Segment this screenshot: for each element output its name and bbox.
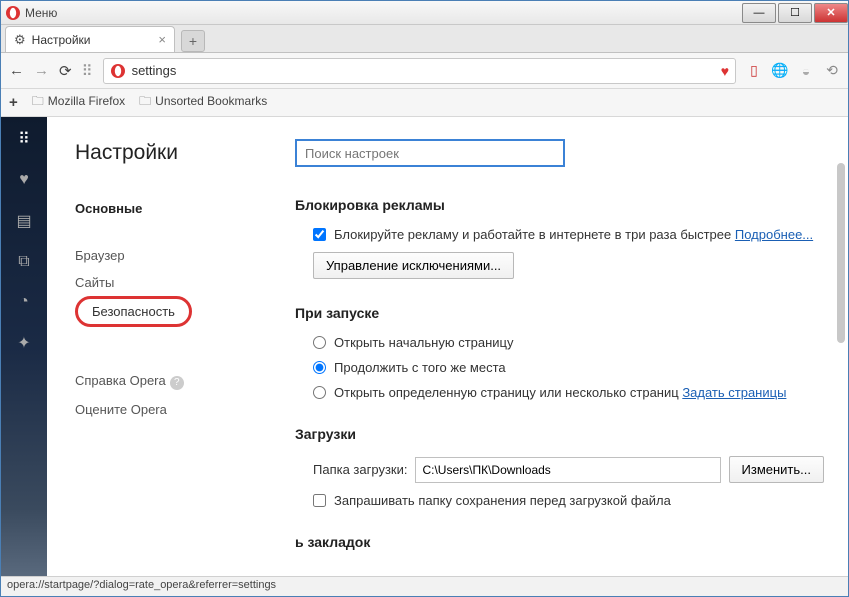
opera-logo-icon [5,5,21,21]
startup-radio-specific-pages[interactable] [313,386,326,399]
reload-button[interactable]: ⟳ [59,62,72,80]
opera-urlbar-icon [110,63,126,79]
adblock-exceptions-button[interactable]: Управление исключениями... [313,252,514,279]
rail-news-icon[interactable]: ▤ [16,211,31,231]
help-icon: ? [170,376,184,390]
tab-settings[interactable]: ⚙ Настройки × [5,26,175,52]
ext-icon-globe[interactable]: 🌐 [772,63,788,79]
url-input[interactable] [132,63,715,78]
section-startup: При запуске Открыть начальную страницу П… [295,305,824,400]
rail-history-icon[interactable]: ◔ [19,293,29,311]
tab-strip: ⚙ Настройки × + [1,25,848,53]
sidebar-item-sites[interactable]: Сайты [75,269,277,296]
maximize-button[interactable]: ☐ [778,3,812,23]
set-pages-link[interactable]: Задать страницы [682,385,786,400]
startup-radio-start-page[interactable] [313,336,326,349]
minimize-button[interactable]: — [742,3,776,23]
settings-sidebar: Настройки Основные Браузер Сайты Безопас… [47,117,277,578]
rail-extensions-icon[interactable]: ✦ [17,333,30,353]
nav-toolbar: ← → ⟳ ⠿ ♥ ▯ 🌐 ◒ ⟲ [1,53,848,89]
sidebar-item-rate[interactable]: Оцените Opera [75,396,277,423]
section-adblock: Блокировка рекламы Блокируйте рекламу и … [295,197,824,279]
menu-button[interactable]: Меню [25,6,57,20]
left-rail: ⠿ ♥ ▤ ⧉ ◔ ✦ [1,117,47,578]
section-startup-title: При запуске [295,305,824,321]
new-tab-button[interactable]: + [181,30,205,52]
section-bookmarks-title: ь закладок [295,534,824,550]
sidebar-item-help[interactable]: Справка Opera? [75,367,277,396]
adblock-learn-more-link[interactable]: Подробнее... [735,227,813,242]
adblock-checkbox-label: Блокируйте рекламу и работайте в интерне… [334,227,731,242]
rail-speed-dial-icon[interactable]: ⠿ [18,129,30,149]
section-bookmarks-panel: ь закладок [295,534,824,550]
startup-radio-continue[interactable] [313,361,326,374]
settings-panel: Настройки Основные Браузер Сайты Безопас… [47,117,848,578]
close-button[interactable]: ✕ [814,3,848,23]
adblock-checkbox[interactable] [313,228,326,241]
status-text: opera://startpage/?dialog=rate_opera&ref… [7,579,276,591]
ext-icon-1[interactable]: ▯ [746,63,762,79]
download-folder-input[interactable] [415,457,720,483]
settings-main: Блокировка рекламы Блокируйте рекламу и … [277,117,848,578]
download-change-button[interactable]: Изменить... [729,456,824,483]
download-ask-checkbox[interactable] [313,494,326,507]
folder-icon: 🗀 [139,94,151,108]
tab-title: Настройки [32,33,91,47]
download-folder-label: Папка загрузки: [313,462,407,477]
bookmark-folder-1[interactable]: 🗀Mozilla Firefox [32,92,125,113]
forward-button[interactable]: → [34,62,49,79]
settings-search-input[interactable] [295,139,565,167]
add-bookmark-button[interactable]: + [9,94,18,111]
rail-tabs-icon[interactable]: ⧉ [18,253,29,271]
section-downloads-title: Загрузки [295,426,824,442]
page-title: Настройки [75,141,277,165]
status-bar: opera://startpage/?dialog=rate_opera&ref… [1,576,848,596]
ext-icon-shield[interactable]: ◒ [798,63,814,79]
ext-icon-sync[interactable]: ⟲ [824,63,840,79]
bookmark-folder-2[interactable]: 🗀Unsorted Bookmarks [139,92,267,113]
window-titlebar: Меню — ☐ ✕ [1,1,848,25]
bookmarks-bar: + 🗀Mozilla Firefox 🗀Unsorted Bookmarks [1,89,848,117]
adblock-checkbox-row: Блокируйте рекламу и работайте в интерне… [295,227,824,242]
sidebar-item-security[interactable]: Безопасность [75,296,192,327]
gear-icon: ⚙ [14,32,26,48]
address-bar[interactable]: ♥ [103,58,736,84]
tab-close-icon[interactable]: × [158,32,166,47]
section-downloads: Загрузки Папка загрузки: Изменить... Зап… [295,426,824,508]
bookmark-heart-icon[interactable]: ♥ [721,63,729,79]
sidebar-item-browser[interactable]: Браузер [75,242,277,269]
back-button[interactable]: ← [9,62,24,79]
vertical-scrollbar[interactable] [836,123,846,572]
sidebar-item-basic[interactable]: Основные [75,195,277,222]
speed-dial-icon[interactable]: ⠿ [82,62,93,80]
scroll-thumb[interactable] [837,163,845,343]
section-adblock-title: Блокировка рекламы [295,197,824,213]
rail-heart-icon[interactable]: ♥ [19,171,29,189]
folder-icon: 🗀 [32,94,44,108]
